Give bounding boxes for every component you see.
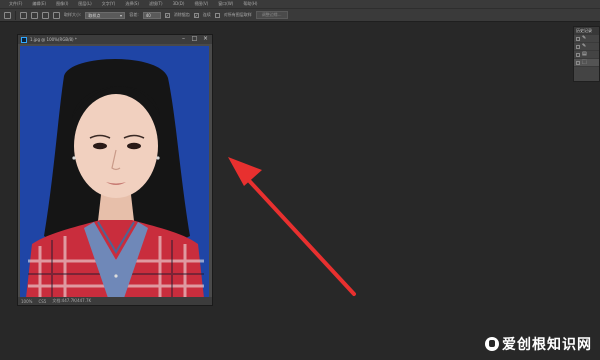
menu-help[interactable]: 帮助(H): [238, 0, 262, 8]
intersect-selection-icon[interactable]: [53, 11, 60, 19]
menu-file[interactable]: 文件(F): [4, 0, 27, 8]
snapshot-box[interactable]: [576, 60, 580, 65]
watermark-logo-icon: [485, 337, 499, 351]
menu-view[interactable]: 视图(V): [189, 0, 213, 8]
layer-icon: ▤: [582, 51, 587, 57]
document-status-bar: 100% CS5 文档:447.7K/447.7K: [18, 297, 212, 305]
sample-size-select[interactable]: 取样点: [85, 11, 126, 19]
contiguous-checkbox[interactable]: ✓: [193, 12, 199, 18]
menu-3d[interactable]: 3D(D): [168, 0, 190, 8]
watermark: 爱创根知识网: [485, 334, 592, 354]
contiguous-label: 连续: [202, 12, 211, 17]
sample-all-checkbox[interactable]: [214, 12, 220, 18]
tool-preset-icon[interactable]: [4, 11, 11, 19]
menu-filter[interactable]: 滤镜(T): [144, 0, 168, 8]
menu-bar: 文件(F) 编辑(E) 图像(I) 图层(L) 文字(Y) 选择(S) 滤镜(T…: [0, 0, 600, 8]
close-icon[interactable]: ×: [202, 36, 209, 43]
antialias-label: 消除锯齿: [173, 12, 190, 17]
refine-edge-button[interactable]: 调整边缘...: [255, 11, 288, 19]
tolerance-label: 容差:: [129, 12, 139, 17]
menu-image[interactable]: 图像(I): [51, 0, 73, 8]
snapshot-box[interactable]: [576, 44, 580, 49]
selection-icon: ⬚: [582, 59, 587, 65]
minimize-icon[interactable]: –: [180, 36, 187, 43]
maximize-icon[interactable]: □: [191, 36, 198, 43]
watermark-text: 爱创根知识网: [502, 337, 592, 353]
color-mode: CS5: [38, 298, 47, 304]
snapshot-box[interactable]: [576, 52, 580, 57]
history-row[interactable]: ✎: [574, 35, 599, 43]
divider: [15, 10, 16, 20]
image-canvas[interactable]: [20, 46, 209, 298]
menu-type[interactable]: 文字(Y): [97, 0, 121, 8]
subtract-selection-icon[interactable]: [42, 11, 49, 19]
add-selection-icon[interactable]: [31, 11, 38, 19]
history-panel: 历史记录 ✎ ✎ ▤ ⬚: [573, 26, 600, 82]
document-title: 1.jpg @ 100%(RGB/8) *: [30, 37, 77, 42]
history-row[interactable]: ▤: [574, 51, 599, 59]
document-window: 1.jpg @ 100%(RGB/8) * – □ × 100% CS5 文档:…: [17, 34, 213, 306]
portrait-photo: [20, 46, 209, 298]
window-controls: – □ ×: [180, 36, 209, 43]
menu-window[interactable]: 窗口(W): [213, 0, 238, 8]
photoshop-icon: [21, 36, 27, 43]
zoom-level[interactable]: 100%: [21, 299, 32, 304]
sample-all-label: 对所有图层取样: [223, 12, 252, 17]
doc-size: 文档:447.7K/447.7K: [52, 298, 92, 303]
history-row-active[interactable]: ⬚: [574, 59, 599, 67]
snapshot-box[interactable]: [576, 36, 580, 41]
menu-layer[interactable]: 图层(L): [73, 0, 96, 8]
magic-wand-icon: ✎: [582, 43, 587, 49]
antialias-checkbox[interactable]: ✓: [164, 12, 170, 18]
history-row[interactable]: ✎: [574, 43, 599, 51]
new-selection-icon[interactable]: [20, 11, 27, 19]
options-bar: 取样大小: 取样点 容差: 40 ✓ 消除锯齿 ✓ 连续 对所有图层取样 调整边…: [0, 8, 600, 22]
magic-wand-icon: ✎: [582, 35, 587, 41]
menu-edit[interactable]: 编辑(E): [27, 0, 51, 8]
history-tab[interactable]: 历史记录: [574, 27, 599, 35]
menu-select[interactable]: 选择(S): [120, 0, 144, 8]
tolerance-input[interactable]: 40: [142, 11, 161, 19]
sample-size-label: 取样大小:: [64, 12, 82, 17]
document-titlebar[interactable]: 1.jpg @ 100%(RGB/8) * – □ ×: [18, 35, 212, 44]
